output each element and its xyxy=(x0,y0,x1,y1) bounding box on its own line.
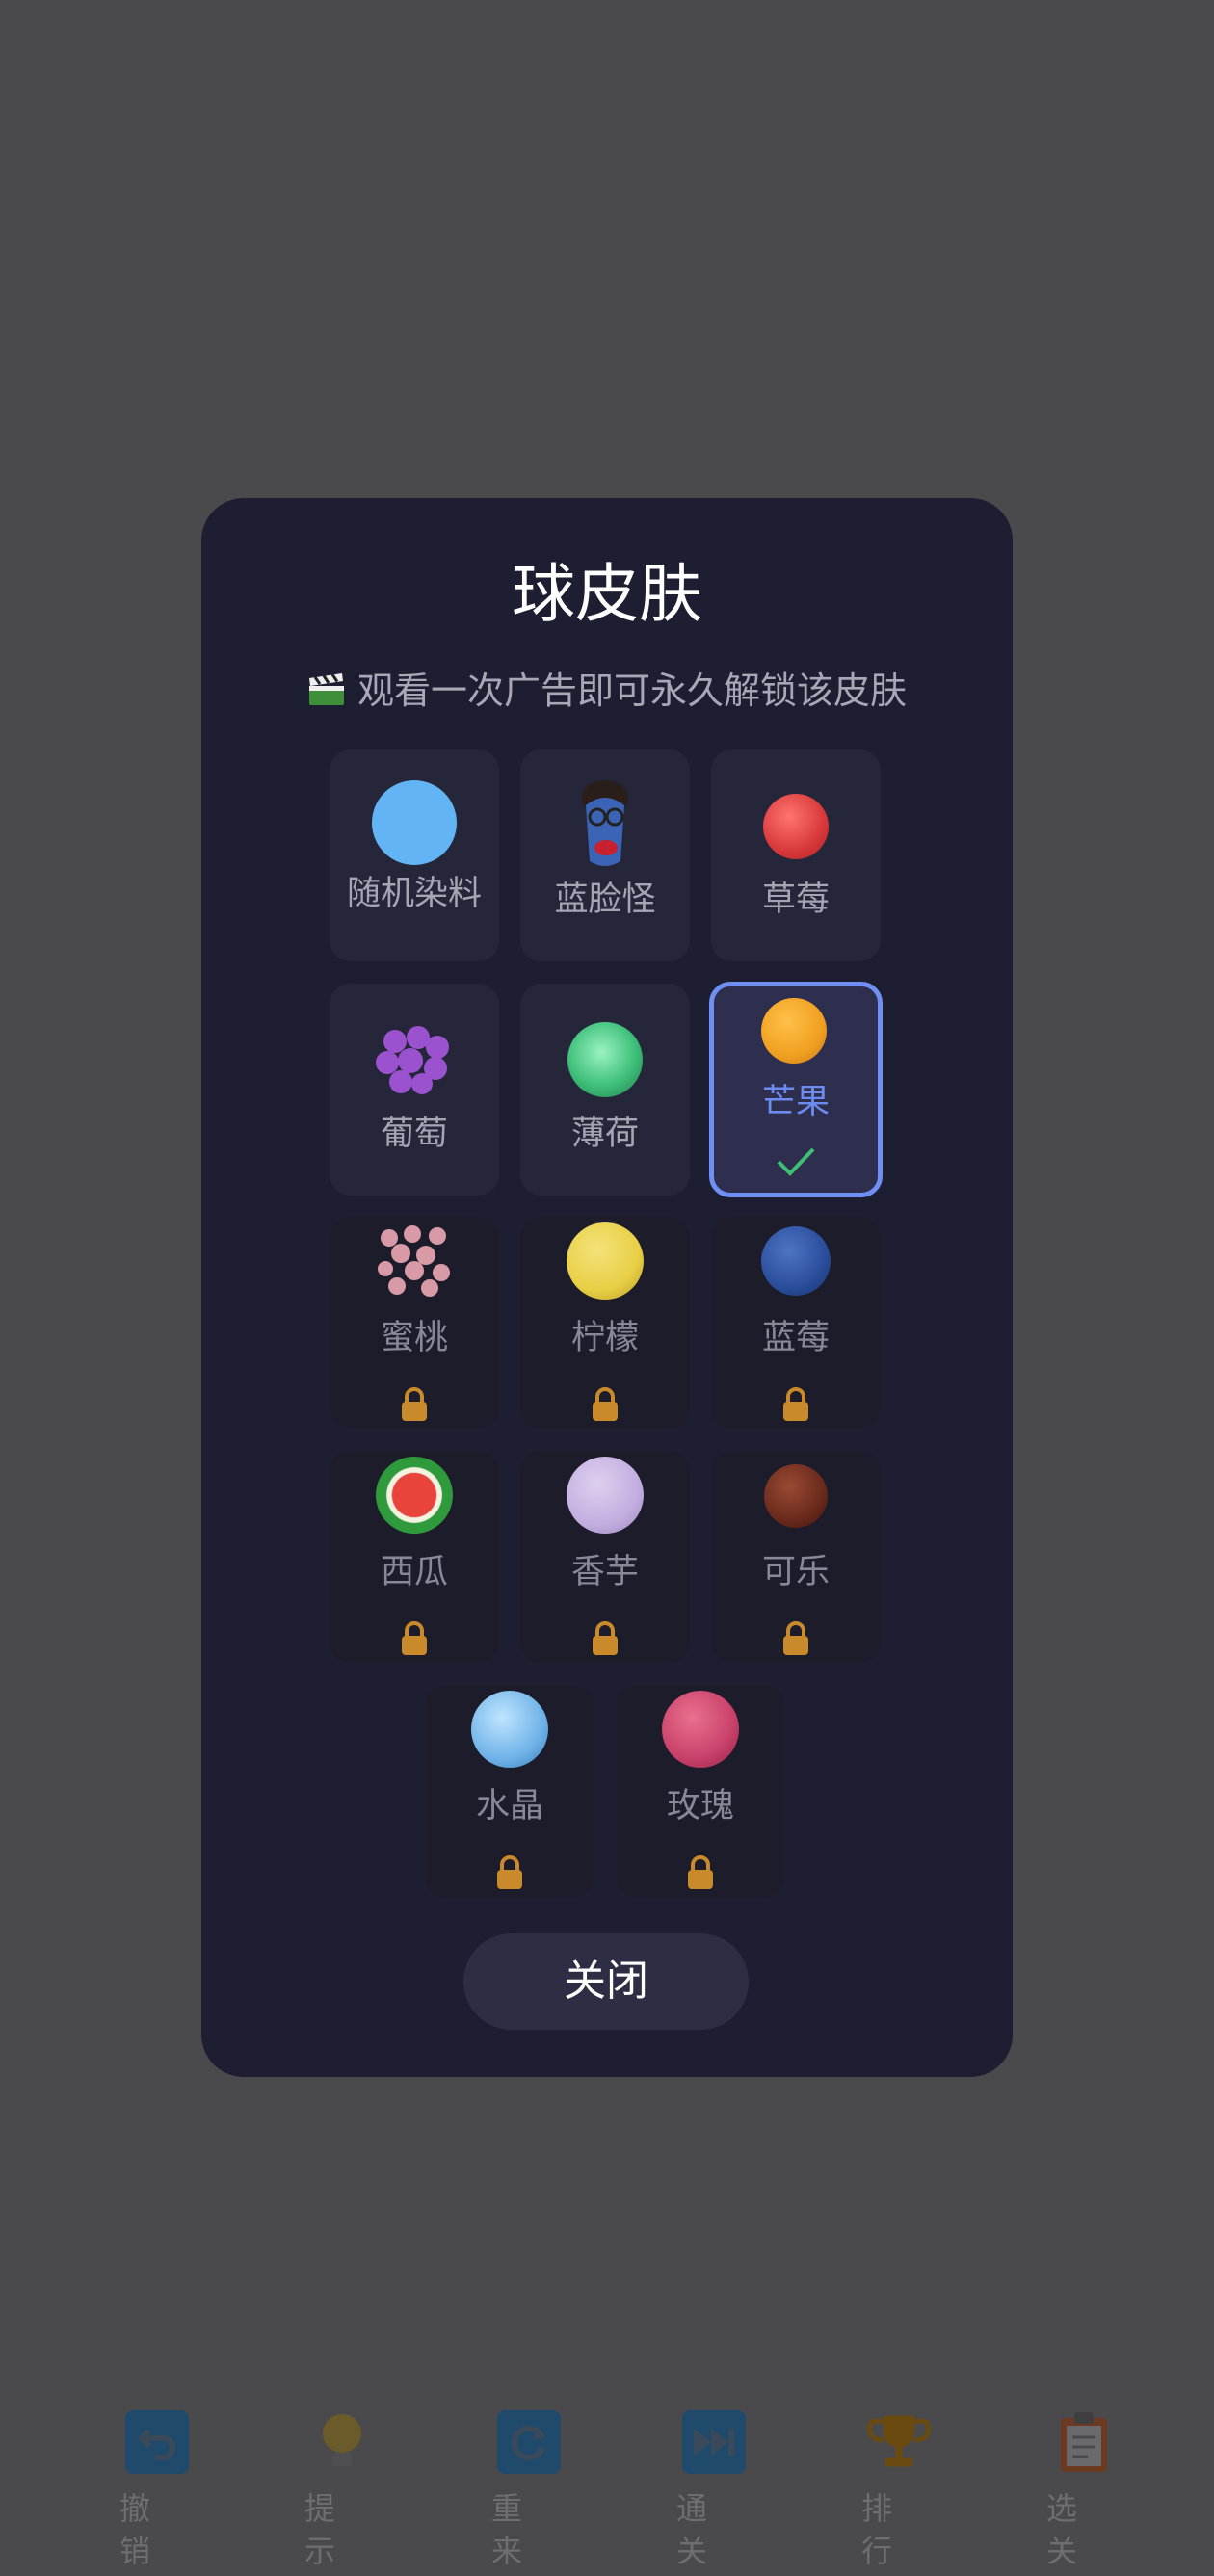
skin-name: 玫瑰 xyxy=(666,1787,734,1826)
skin-name: 蓝脸怪 xyxy=(554,881,656,919)
dialog-subtitle: 观看一次广告即可永久解锁该皮肤 xyxy=(201,664,1013,718)
dialog-title: 球皮肤 xyxy=(512,557,702,631)
skin-name: 蓝莓 xyxy=(761,1319,830,1357)
skin-tile-crystal[interactable]: 水晶 xyxy=(425,1685,594,1897)
strawberry-ball-icon xyxy=(763,794,829,859)
peach-ball-icon xyxy=(376,1222,453,1300)
dialog-subtitle-text: 观看一次广告即可永久解锁该皮肤 xyxy=(356,670,907,712)
taro-ball-icon xyxy=(567,1457,644,1534)
crystal-ball-icon xyxy=(471,1691,548,1768)
lock-icon xyxy=(497,1855,522,1889)
skin-name: 香芋 xyxy=(570,1553,639,1591)
skin-name: 葡萄 xyxy=(380,1115,448,1153)
skin-tile-mango[interactable]: 芒果 xyxy=(709,982,883,1197)
skin-tile-blueberry[interactable]: 蓝莓 xyxy=(711,1217,881,1429)
skin-name: 可乐 xyxy=(761,1553,830,1591)
ball-skin-dialog: 球皮肤 观看一次广告即可永久解锁该皮肤 随机染料 蓝脸怪 草莓 葡萄 薄荷 芒果 xyxy=(201,498,1013,2077)
select-level-button[interactable]: 选关 xyxy=(1046,2410,1162,2574)
trophy-icon xyxy=(867,2410,931,2474)
restart-label: 重来 xyxy=(491,2490,523,2569)
close-button[interactable]: 关闭 xyxy=(463,1933,749,2030)
select-level-label: 选关 xyxy=(1046,2490,1078,2569)
lightbulb-icon xyxy=(310,2410,374,2474)
lock-icon xyxy=(402,1621,427,1655)
undo-button[interactable]: 撤销 xyxy=(119,2410,235,2574)
skin-name: 西瓜 xyxy=(380,1553,448,1591)
skip-level-label: 通关 xyxy=(676,2490,708,2569)
skin-tile-random-dye[interactable]: 随机染料 xyxy=(330,749,499,961)
clipboard-icon xyxy=(1052,2410,1116,2474)
skip-level-button[interactable]: 通关 xyxy=(676,2410,792,2574)
clapperboard-icon xyxy=(307,668,346,705)
cola-ball-icon xyxy=(764,1464,828,1528)
undo-icon xyxy=(125,2410,189,2474)
lock-icon xyxy=(688,1855,713,1889)
undo-label: 撤销 xyxy=(119,2490,151,2569)
skin-name: 随机染料 xyxy=(346,875,482,913)
skin-tile-rose[interactable]: 玫瑰 xyxy=(616,1685,785,1897)
mango-ball-icon xyxy=(761,998,827,1064)
blue-face-monster-icon xyxy=(574,778,636,871)
skin-name: 草莓 xyxy=(761,881,830,919)
leaderboard-button[interactable]: 排行 xyxy=(861,2410,977,2574)
skip-forward-icon xyxy=(682,2410,746,2474)
skin-tile-strawberry[interactable]: 草莓 xyxy=(711,749,881,961)
skin-tile-mint[interactable]: 薄荷 xyxy=(520,984,690,1196)
leaderboard-label: 排行 xyxy=(861,2490,893,2569)
bottom-toolbar: 撤销 提示 重来 通关 排行 选关 xyxy=(0,2399,1214,2576)
skin-tile-grape[interactable]: 葡萄 xyxy=(330,984,499,1196)
skin-name: 蜜桃 xyxy=(380,1319,448,1357)
skin-name: 薄荷 xyxy=(570,1115,639,1153)
rose-ball-icon xyxy=(662,1691,739,1768)
hint-label: 提示 xyxy=(304,2490,336,2569)
watermelon-ball-icon xyxy=(376,1457,453,1534)
skin-tile-cola[interactable]: 可乐 xyxy=(711,1451,881,1663)
lock-icon xyxy=(783,1387,808,1421)
skin-tile-peach[interactable]: 蜜桃 xyxy=(330,1217,499,1429)
check-icon xyxy=(777,1147,815,1176)
skin-tile-taro[interactable]: 香芋 xyxy=(520,1451,690,1663)
lock-icon xyxy=(783,1621,808,1655)
hint-button[interactable]: 提示 xyxy=(304,2410,420,2574)
mint-ball-icon xyxy=(567,1022,643,1097)
restart-icon xyxy=(497,2410,561,2474)
blueberry-ball-icon xyxy=(761,1226,831,1296)
skin-name: 柠檬 xyxy=(570,1319,639,1357)
skin-name: 芒果 xyxy=(761,1083,830,1121)
random-dye-ball-icon xyxy=(372,780,457,865)
skin-name: 水晶 xyxy=(475,1787,543,1826)
lock-icon xyxy=(402,1387,427,1421)
skin-tile-blue-face-monster[interactable]: 蓝脸怪 xyxy=(520,749,690,961)
restart-button[interactable]: 重来 xyxy=(491,2410,607,2574)
skin-tile-watermelon[interactable]: 西瓜 xyxy=(330,1451,499,1663)
grape-ball-icon xyxy=(374,1026,455,1095)
lock-icon xyxy=(593,1387,618,1421)
lemon-ball-icon xyxy=(567,1222,644,1300)
skin-tile-lemon[interactable]: 柠檬 xyxy=(520,1217,690,1429)
lock-icon xyxy=(593,1621,618,1655)
